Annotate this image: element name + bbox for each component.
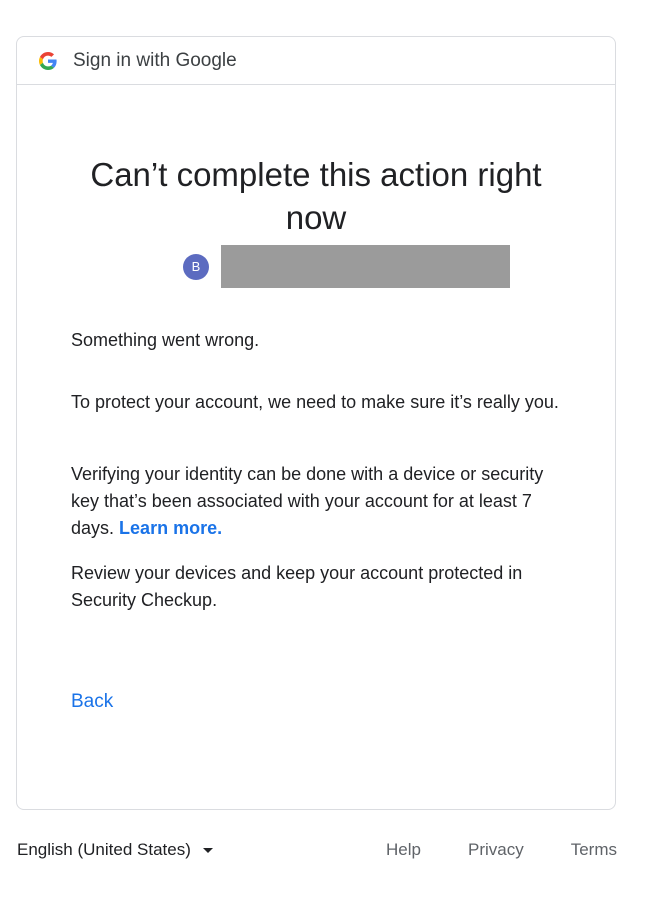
account-chip: B — [183, 245, 510, 288]
card-header: Sign in with Google — [17, 37, 615, 85]
protect-account-text: To protect your account, we need to make… — [71, 392, 559, 412]
footer: English (United States) Help Privacy Ter… — [17, 840, 617, 866]
error-message: Something went wrong. — [71, 330, 260, 350]
redacted-email — [221, 245, 510, 288]
page-title: Can’t complete this action right now — [90, 156, 542, 236]
footer-links: Help Privacy Terms — [339, 840, 617, 860]
security-checkup-text: Review your devices and keep your accoun… — [71, 563, 523, 610]
caret-down-icon — [202, 847, 213, 853]
sign-in-card: Sign in with Google Can’t complete this … — [16, 36, 616, 810]
avatar: B — [183, 253, 209, 280]
privacy-link[interactable]: Privacy — [468, 840, 524, 860]
language-label: English (United States) — [17, 840, 191, 859]
learn-more-link[interactable]: Learn more. — [119, 518, 222, 538]
google-g-logo-icon — [39, 51, 57, 70]
header-title: Sign in with Google — [73, 49, 237, 71]
verify-identity-text: Verifying your identity can be done with… — [71, 461, 571, 542]
help-link[interactable]: Help — [386, 840, 421, 860]
back-button[interactable]: Back — [71, 691, 113, 713]
language-selector[interactable]: English (United States) — [17, 840, 213, 860]
terms-link[interactable]: Terms — [571, 840, 617, 860]
